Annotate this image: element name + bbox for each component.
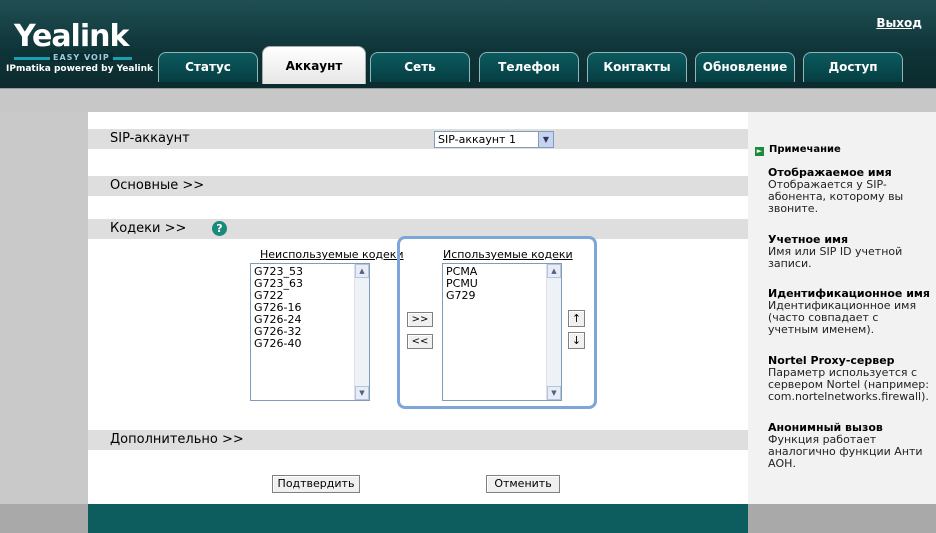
sip-account-select[interactable]: SIP-аккаунт 1 ▼	[434, 131, 554, 148]
list-item[interactable]: G726-40	[254, 338, 366, 350]
section-basic[interactable]: Основные >>	[88, 176, 748, 196]
list-item[interactable]: G729	[446, 290, 558, 302]
sip-account-select-value: SIP-аккаунт 1	[438, 133, 516, 146]
note-item: Nortel Proxy-сервер Параметр используетс…	[768, 355, 932, 403]
unused-codecs-title: Неиспользуемые кодеки	[260, 248, 404, 261]
logo-tagline: EASY VOIP	[50, 53, 113, 62]
note-heading: ► Примечание	[755, 144, 841, 156]
confirm-button[interactable]: Подтвердить	[272, 475, 360, 493]
footer-left-block	[0, 504, 88, 533]
remove-codec-button[interactable]: <<	[407, 334, 433, 349]
yealink-logo: Yealink EASY VOIP	[14, 19, 132, 62]
note-item-text: Параметр используется с сервером Nortel …	[768, 366, 929, 403]
chevron-down-icon[interactable]: ▼	[538, 132, 553, 147]
footer-bar	[0, 504, 936, 533]
move-up-button[interactable]: ↑	[568, 310, 585, 327]
scrollbar[interactable]: ▲ ▼	[354, 264, 369, 400]
main-panel: SIP-аккаунт SIP-аккаунт 1 ▼ Основные >> …	[88, 112, 748, 504]
note-heading-label: Примечание	[769, 144, 841, 155]
scroll-up-icon[interactable]: ▲	[547, 264, 561, 278]
sip-account-label: SIP-аккаунт	[110, 131, 190, 146]
section-advanced[interactable]: Дополнительно >>	[88, 430, 748, 450]
tab-network[interactable]: Сеть	[370, 52, 470, 82]
tab-status[interactable]: Статус	[158, 52, 258, 82]
section-sip-account: SIP-аккаунт SIP-аккаунт 1 ▼	[88, 129, 748, 149]
scroll-up-icon[interactable]: ▲	[355, 264, 369, 278]
basic-section-toggle[interactable]: Основные >>	[110, 178, 204, 193]
codecs-section-toggle[interactable]: Кодеки >>	[110, 221, 186, 236]
scrollbar[interactable]: ▲ ▼	[546, 264, 561, 400]
help-panel: ► Примечание Отображаемое имя Отображаетс…	[748, 112, 936, 504]
used-codecs-list[interactable]: PCMA PCMU G729 ▲ ▼	[442, 263, 562, 401]
logout-link[interactable]: Выход	[876, 16, 922, 30]
powered-by-text: IPmatika powered by Yealink	[6, 64, 154, 74]
tab-upgrade[interactable]: Обновление	[695, 52, 795, 82]
left-margin	[0, 112, 88, 504]
scroll-down-icon[interactable]: ▼	[355, 386, 369, 400]
help-icon[interactable]: ?	[212, 221, 227, 236]
tab-contacts[interactable]: Контакты	[587, 52, 687, 82]
tab-account[interactable]: Аккаунт	[262, 46, 366, 84]
note-item: Анонимный вызов Функция работает аналоги…	[768, 422, 932, 470]
add-codec-button[interactable]: >>	[407, 312, 433, 327]
note-item: Отображаемое имя Отображается у SIP-абон…	[768, 167, 932, 215]
scroll-down-icon[interactable]: ▼	[547, 386, 561, 400]
note-item: Идентификационное имя Идентификационное …	[768, 288, 932, 336]
header-bar: Yealink EASY VOIP IPmatika powered by Ye…	[0, 0, 936, 88]
cancel-button[interactable]: Отменить	[486, 475, 560, 493]
note-item-text: Отображается у SIP-абонента, которому вы…	[768, 178, 904, 215]
note-item-text: Функция работает аналогично функции Анти…	[768, 433, 923, 470]
note-item-text: Идентификационное имя (часто совпадает с…	[768, 299, 917, 336]
tab-access[interactable]: Доступ	[803, 52, 903, 82]
sub-navigation-bar	[0, 88, 936, 112]
logo-wordmark: Yealink	[14, 19, 129, 54]
note-item: Учетное имя Имя или SIP ID учетной запис…	[768, 234, 932, 270]
advanced-section-toggle[interactable]: Дополнительно >>	[110, 432, 244, 447]
arrow-right-icon: ►	[755, 147, 764, 156]
move-down-button[interactable]: ↓	[568, 332, 585, 349]
tab-phone[interactable]: Телефон	[479, 52, 579, 82]
footer-right-block	[748, 504, 936, 533]
unused-codecs-list[interactable]: G723_53 G723_63 G722 G726-16 G726-24 G72…	[250, 263, 370, 401]
used-codecs-title: Используемые кодеки	[443, 248, 573, 261]
note-item-text: Имя или SIP ID учетной записи.	[768, 245, 903, 270]
